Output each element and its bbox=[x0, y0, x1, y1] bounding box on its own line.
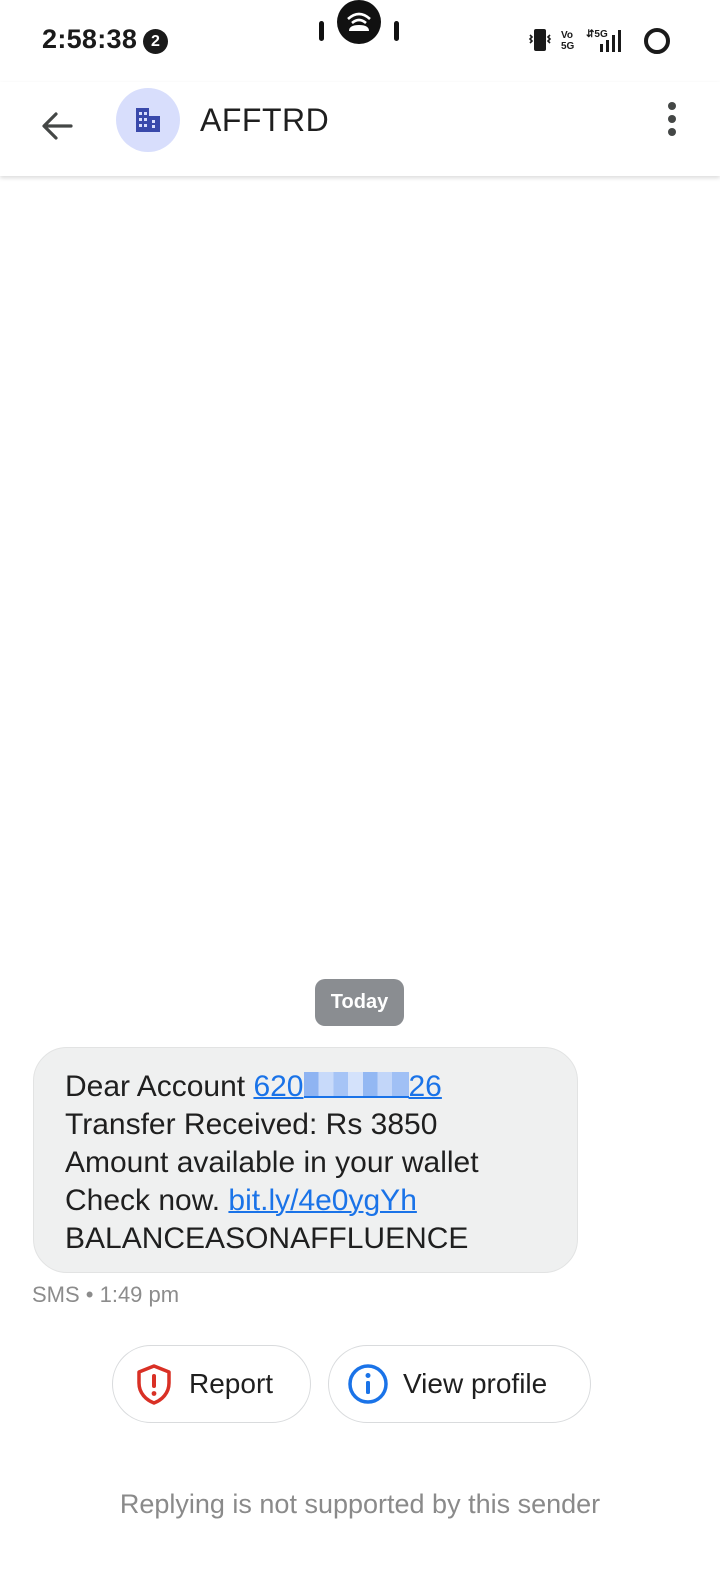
messages-screen: 2:58:38 2 Vo 5G ⇵5G AFFTRD Today Dear Ac… bbox=[0, 0, 720, 1570]
date-divider: Today bbox=[315, 979, 404, 1026]
view-profile-label: View profile bbox=[403, 1368, 548, 1399]
camera-hotspot-icon bbox=[319, 0, 399, 44]
notification-count-badge: 2 bbox=[143, 29, 168, 54]
message-bubble[interactable]: Dear Account 620 26 Transfer Received: Rs… bbox=[33, 1047, 578, 1273]
back-button[interactable] bbox=[28, 97, 86, 155]
vibrate-icon bbox=[528, 29, 552, 51]
status-time: 2:58:38 bbox=[42, 24, 138, 54]
redacted-digits bbox=[303, 1072, 409, 1098]
conversation-app-bar: AFFTRD bbox=[0, 82, 720, 176]
more-options-button[interactable] bbox=[650, 94, 694, 144]
account-number-link[interactable]: 620 26 bbox=[253, 1070, 441, 1103]
report-button[interactable]: Report bbox=[112, 1345, 311, 1423]
business-building-icon bbox=[136, 108, 160, 132]
message-timestamp: SMS • 1:49 pm bbox=[32, 1282, 180, 1307]
sender-avatar[interactable] bbox=[116, 88, 180, 152]
reply-unsupported-note: Replying is not supported by this sender bbox=[119, 1489, 601, 1519]
message-line-2: Transfer Received: Rs 3850 bbox=[65, 1108, 438, 1141]
svg-text:⇵5G: ⇵5G bbox=[586, 29, 608, 40]
message-url-link[interactable]: bit.ly/4e0ygYh bbox=[228, 1184, 416, 1217]
view-profile-button[interactable]: View profile bbox=[328, 1345, 591, 1423]
battery-ring-icon bbox=[644, 28, 670, 54]
sender-name[interactable]: AFFTRD bbox=[200, 102, 329, 139]
signal-5g-icon: ⇵5G bbox=[586, 29, 621, 52]
message-line-1: Dear Account 620 26 bbox=[65, 1070, 442, 1103]
more-vert-icon bbox=[668, 102, 676, 136]
report-label: Report bbox=[189, 1368, 274, 1399]
message-line-4: Check now. bit.ly/4e0ygYh bbox=[65, 1184, 417, 1217]
svg-text:5G: 5G bbox=[561, 41, 575, 52]
status-bar: 2:58:38 2 Vo 5G ⇵5G bbox=[0, 0, 720, 82]
status-icons: Vo 5G ⇵5G bbox=[528, 28, 670, 54]
arrow-back-icon bbox=[42, 112, 73, 140]
shield-alert-icon bbox=[133, 1363, 175, 1405]
volte-icon: Vo bbox=[561, 30, 573, 41]
message-line-5: BALANCEASONAFFLUENCE bbox=[65, 1222, 469, 1255]
info-icon bbox=[347, 1363, 389, 1405]
message-line-3: Amount available in your wallet bbox=[65, 1146, 479, 1179]
